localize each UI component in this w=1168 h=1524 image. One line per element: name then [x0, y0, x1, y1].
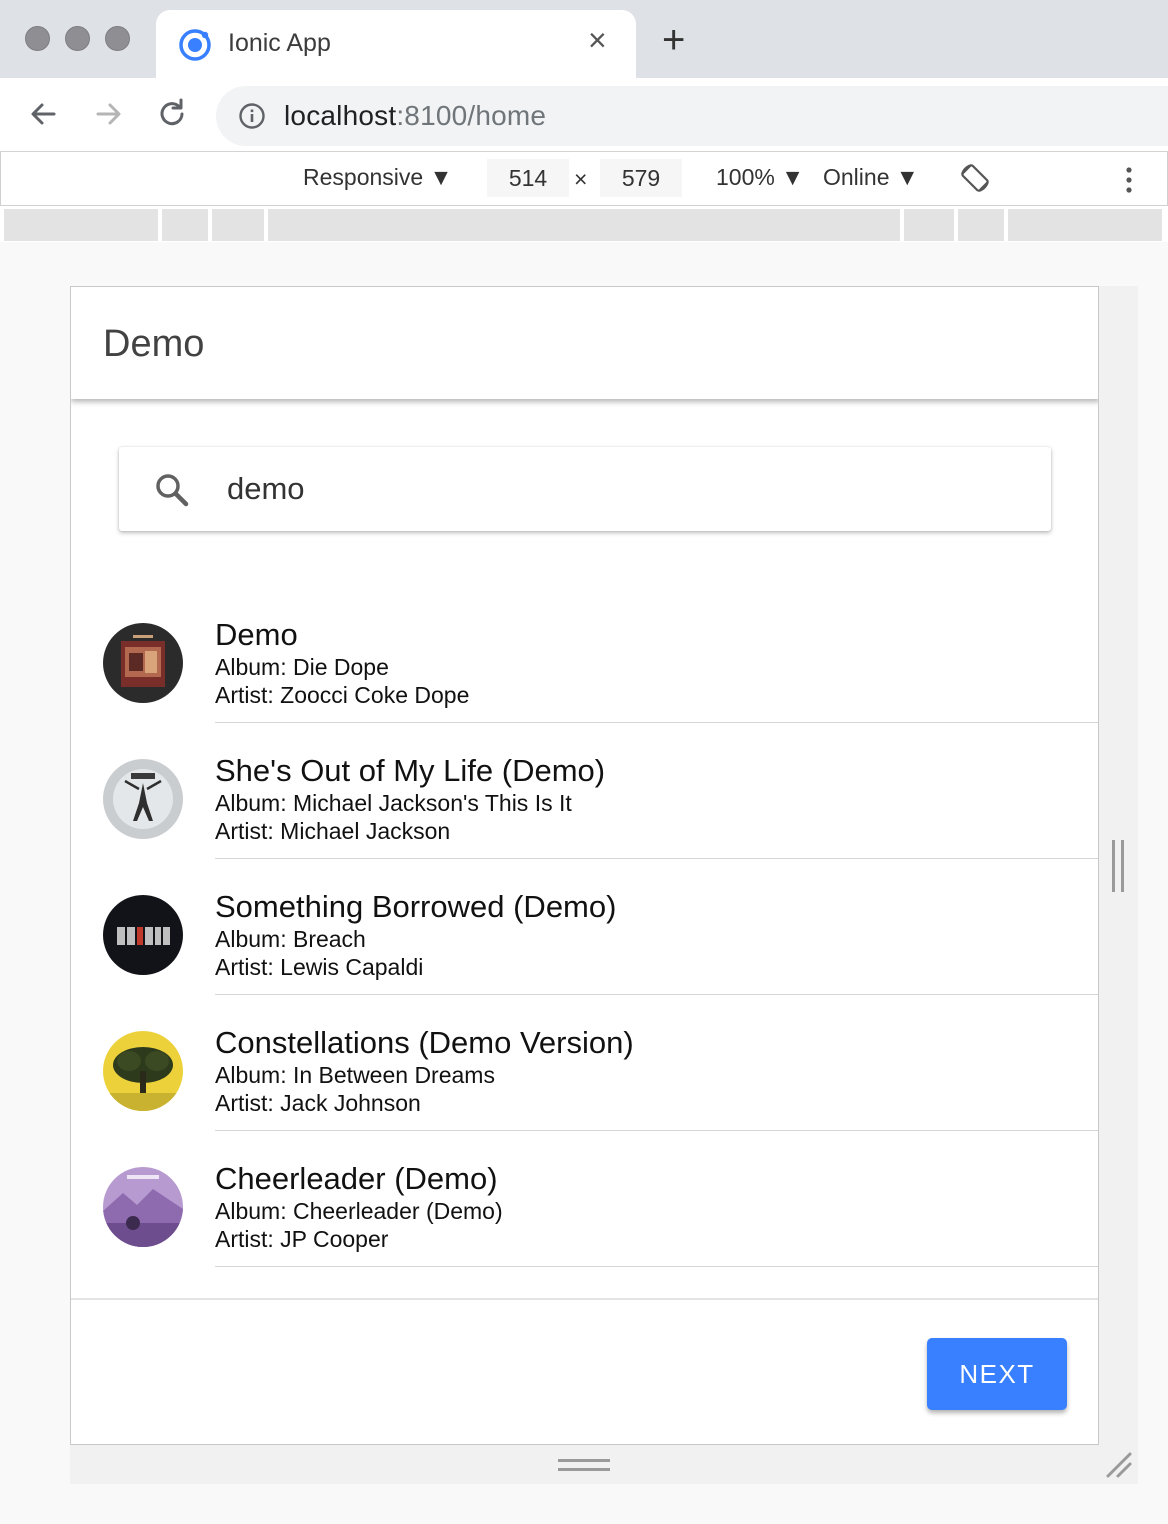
song-album: Album: In Between Dreams	[215, 1062, 495, 1088]
search-input[interactable]	[227, 465, 1007, 513]
maximize-window-button[interactable]	[105, 26, 130, 51]
song-album: Album: Die Dope	[215, 654, 389, 680]
album-art-thumbnail	[103, 759, 183, 839]
url-text: localhost:8100/home	[284, 100, 547, 131]
viewport-height-input[interactable]: 579	[600, 159, 682, 197]
device-viewport: Demo Demo Album: Die Dope	[70, 286, 1099, 1445]
app-footer: NEXT	[71, 1298, 1098, 1444]
song-title: She's Out of My Life (Demo)	[215, 753, 606, 788]
list-item-text: Cheerleader (Demo) Album: Cheerleader (D…	[215, 1161, 1098, 1267]
resize-handle-bottom[interactable]	[558, 1459, 610, 1471]
song-title: Constellations (Demo Version)	[215, 1025, 634, 1060]
dimension-separator: ×	[574, 166, 588, 192]
list-item-text: Demo Album: Die Dope Artist: Zoocci Coke…	[215, 617, 1098, 723]
song-artist: Artist: Jack Johnson	[215, 1090, 421, 1116]
site-info-icon[interactable]	[238, 102, 266, 130]
browser-tab[interactable]: Ionic App ×	[156, 10, 636, 78]
song-album: Album: Breach	[215, 926, 366, 952]
list-item[interactable]: Constellations (Demo Version) Album: In …	[71, 995, 1098, 1131]
media-query-segment[interactable]	[904, 209, 954, 241]
media-query-segment[interactable]	[268, 209, 900, 241]
song-album: Album: Cheerleader (Demo)	[215, 1198, 503, 1224]
list-item-text: Something Borrowed (Demo) Album: Breach …	[215, 889, 1098, 995]
network-throttle-select[interactable]: Online ▼	[823, 164, 919, 191]
address-bar[interactable]: localhost:8100/home	[216, 86, 1168, 146]
new-tab-icon[interactable]: +	[662, 20, 685, 60]
forward-arrow-icon[interactable]	[88, 94, 128, 134]
media-query-segment[interactable]	[4, 209, 158, 241]
device-toolbar: Responsive ▼ 514 × 579 100% ▼ Online ▼	[0, 152, 1168, 206]
media-query-segment[interactable]	[162, 209, 208, 241]
album-art-thumbnail	[103, 623, 183, 703]
list-item[interactable]: She's Out of My Life (Demo) Album: Micha…	[71, 723, 1098, 859]
list-item[interactable]: Cheerleader (Demo) Album: Cheerleader (D…	[71, 1131, 1098, 1267]
song-artist: Artist: JP Cooper	[215, 1226, 389, 1252]
more-options-icon[interactable]	[1121, 166, 1137, 194]
browser-toolbar: localhost:8100/home	[0, 78, 1168, 152]
resize-handle-corner[interactable]	[1102, 1450, 1134, 1480]
back-arrow-icon[interactable]	[24, 94, 64, 134]
song-title: Cheerleader (Demo)	[215, 1161, 498, 1196]
list-item-text: Constellations (Demo Version) Album: In …	[215, 1025, 1098, 1131]
reload-icon[interactable]	[152, 94, 192, 134]
song-title: Something Borrowed (Demo)	[215, 889, 617, 924]
results-list: Demo Album: Die Dope Artist: Zoocci Coke…	[71, 587, 1098, 1267]
search-icon	[156, 474, 189, 507]
media-query-segment[interactable]	[212, 209, 264, 241]
zoom-select[interactable]: 100% ▼	[716, 164, 804, 191]
resize-handle-right[interactable]	[1112, 840, 1124, 892]
list-item[interactable]: Something Borrowed (Demo) Album: Breach …	[71, 859, 1098, 995]
list-item-text: She's Out of My Life (Demo) Album: Micha…	[215, 753, 1098, 859]
media-query-bar	[0, 206, 1168, 242]
tab-title: Ionic App	[228, 29, 331, 57]
song-title: Demo	[215, 617, 298, 652]
browser-tab-bar: Ionic App × +	[0, 0, 1168, 78]
app-header: Demo	[71, 287, 1098, 399]
minimize-window-button[interactable]	[65, 26, 90, 51]
searchbar[interactable]	[119, 447, 1051, 531]
close-window-button[interactable]	[25, 26, 50, 51]
device-select[interactable]: Responsive ▼	[303, 164, 452, 191]
song-artist: Artist: Zoocci Coke Dope	[215, 682, 470, 708]
close-tab-icon[interactable]: ×	[588, 24, 607, 56]
album-art-thumbnail	[103, 1031, 183, 1111]
viewport-width-input[interactable]: 514	[487, 159, 569, 197]
page-title: Demo	[103, 323, 205, 365]
song-artist: Artist: Michael Jackson	[215, 818, 451, 844]
next-button[interactable]: NEXT	[927, 1338, 1067, 1410]
list-item[interactable]: Demo Album: Die Dope Artist: Zoocci Coke…	[71, 587, 1098, 723]
album-art-thumbnail	[103, 1167, 183, 1247]
media-query-segment[interactable]	[958, 209, 1004, 241]
song-artist: Artist: Lewis Capaldi	[215, 954, 424, 980]
album-art-thumbnail	[103, 895, 183, 975]
rotate-icon[interactable]	[959, 162, 991, 194]
song-album: Album: Michael Jackson's This Is It	[215, 790, 572, 816]
media-query-segment[interactable]	[1008, 209, 1162, 241]
ionic-logo-icon	[179, 29, 211, 61]
